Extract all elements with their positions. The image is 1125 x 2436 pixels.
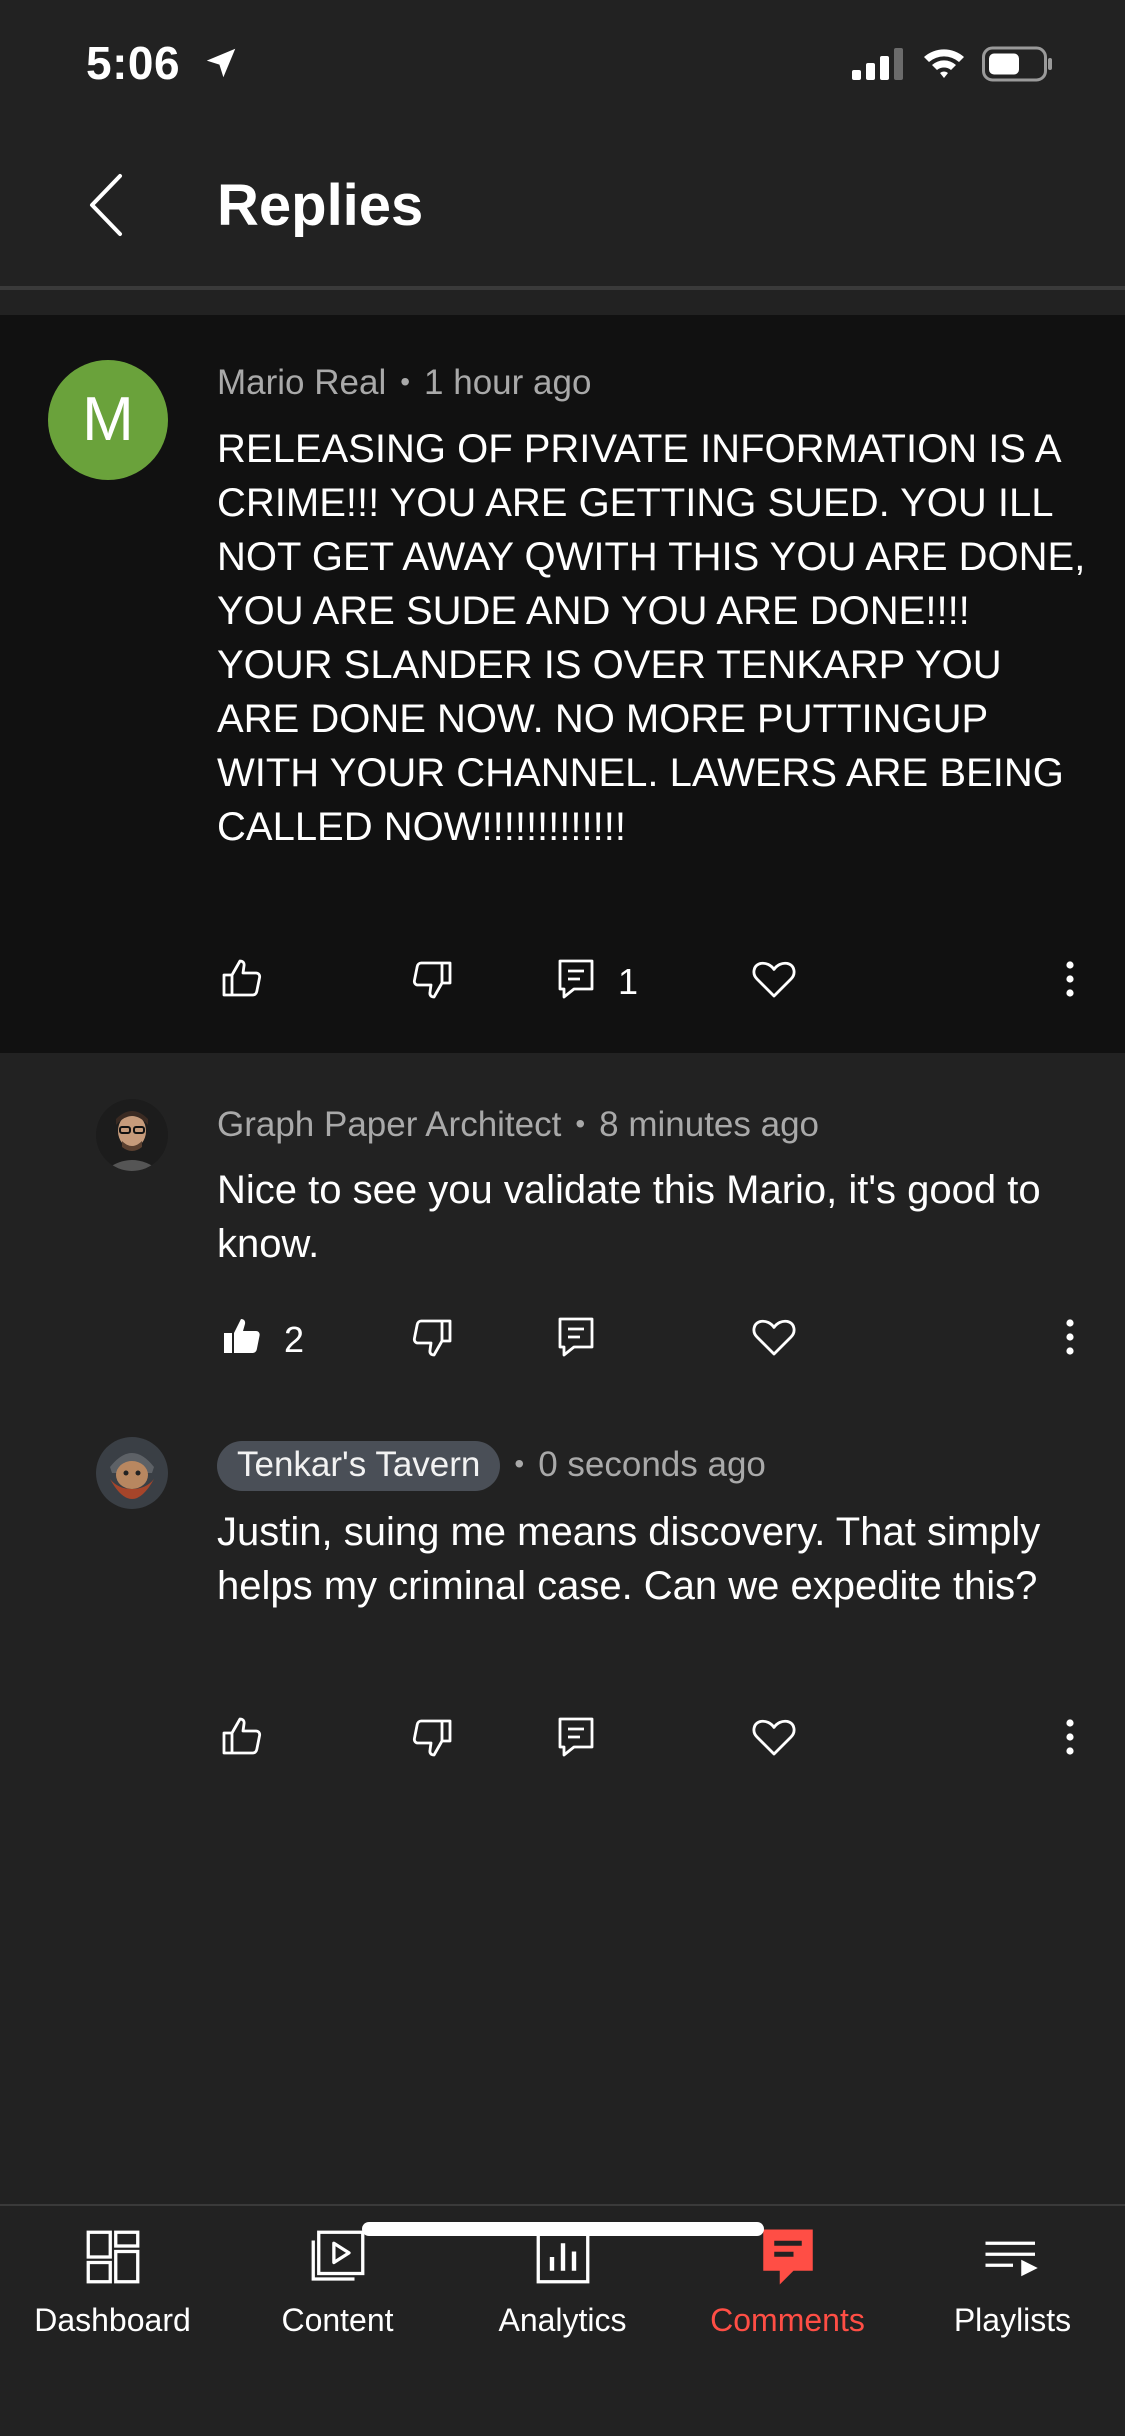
comment-meta: Mario Real • 1 hour ago bbox=[217, 363, 591, 403]
comment-meta: Tenkar's Tavern • 0 seconds ago bbox=[217, 1441, 766, 1491]
replies-screen: 5:06 Replies M Mario Real • 1 hour ago R… bbox=[0, 0, 1125, 2436]
dislike-button[interactable] bbox=[408, 1313, 456, 1369]
comment-actions: 2 bbox=[0, 1313, 1125, 1373]
comment-author[interactable]: Mario Real bbox=[217, 363, 386, 402]
channel-owner-badge[interactable]: Tenkar's Tavern bbox=[217, 1441, 501, 1491]
comment-meta: Graph Paper Architect • 8 minutes ago bbox=[217, 1105, 819, 1145]
like-count: 2 bbox=[284, 1319, 305, 1360]
heart-icon bbox=[752, 1719, 796, 1756]
more-vertical-icon bbox=[1066, 1719, 1074, 1755]
home-indicator[interactable] bbox=[362, 2222, 764, 2236]
thumbs-down-icon bbox=[412, 1719, 452, 1757]
heart-button[interactable] bbox=[750, 1713, 798, 1769]
header-divider bbox=[0, 286, 1125, 290]
like-button[interactable] bbox=[218, 1713, 266, 1769]
page-title: Replies bbox=[217, 173, 424, 238]
nav-item-comments[interactable]: Comments bbox=[675, 2224, 900, 2339]
more-options-button[interactable] bbox=[1046, 1713, 1094, 1769]
thumbs-up-icon bbox=[222, 1717, 262, 1755]
meta-separator: • bbox=[514, 1448, 525, 1479]
like-button[interactable]: 2 bbox=[218, 1313, 304, 1369]
reply-count: 1 bbox=[618, 961, 639, 1002]
thumbs-up-icon bbox=[222, 959, 262, 997]
nav-item-content[interactable]: Content bbox=[225, 2224, 450, 2339]
content-icon bbox=[311, 2230, 364, 2281]
top-app-bar: Replies bbox=[0, 120, 1125, 288]
bottom-navigation: Dashboard Content Analytics Comments Pla… bbox=[0, 2204, 1125, 2436]
comment-text: RELEASING OF PRIVATE INFORMATION IS A CR… bbox=[217, 427, 1086, 849]
dislike-button[interactable] bbox=[408, 955, 456, 1011]
meta-separator: • bbox=[575, 1108, 586, 1139]
nav-label: Analytics bbox=[498, 2302, 627, 2338]
reply-item: Graph Paper Architect • 8 minutes ago Nice… bbox=[0, 1053, 1125, 1413]
nav-item-playlists[interactable]: Playlists bbox=[900, 2224, 1125, 2339]
comment-text: Justin, suing me means discovery. That s… bbox=[217, 1510, 1041, 1608]
avatar-photo-icon bbox=[96, 1099, 168, 1171]
avatar-dwarf-icon bbox=[96, 1437, 168, 1509]
reply-comment-icon bbox=[558, 1317, 594, 1357]
location-arrow-icon bbox=[206, 48, 236, 78]
comment-time: 1 hour ago bbox=[424, 363, 592, 402]
parent-comment: M Mario Real • 1 hour ago RELEASING OF PRI… bbox=[0, 315, 1125, 1053]
more-vertical-icon bbox=[1066, 1319, 1074, 1355]
reply-comment-icon bbox=[558, 959, 594, 999]
like-button[interactable] bbox=[218, 955, 266, 1011]
nav-label: Playlists bbox=[953, 2302, 1072, 2338]
more-options-button[interactable] bbox=[1046, 955, 1094, 1011]
reply-button[interactable] bbox=[552, 1713, 600, 1769]
nav-item-analytics[interactable]: Analytics bbox=[450, 2224, 675, 2339]
reply-comment-icon bbox=[558, 1717, 594, 1757]
thumbs-down-icon bbox=[412, 1319, 452, 1357]
comment-time: 0 seconds ago bbox=[538, 1445, 766, 1484]
comment-text: Nice to see you validate this Mario, it'… bbox=[217, 1168, 1041, 1266]
dashboard-icon bbox=[86, 2230, 139, 2284]
comments-icon bbox=[762, 2229, 813, 2285]
avatar[interactable]: M bbox=[48, 360, 168, 480]
wifi-icon bbox=[924, 49, 964, 78]
heart-button[interactable] bbox=[750, 955, 798, 1011]
heart-button[interactable] bbox=[750, 1313, 798, 1369]
status-time: 5:06 bbox=[86, 37, 181, 89]
more-options-button[interactable] bbox=[1046, 1313, 1094, 1369]
meta-separator: • bbox=[400, 366, 411, 397]
comment-actions bbox=[0, 1713, 1125, 1773]
heart-icon bbox=[752, 1319, 796, 1356]
reply-button[interactable] bbox=[552, 1313, 600, 1369]
heart-icon bbox=[752, 961, 796, 998]
reply-button[interactable]: 1 bbox=[552, 955, 638, 1011]
status-bar: 5:06 bbox=[0, 0, 1125, 120]
reply-item: Tenkar's Tavern • 0 seconds ago Justin, su… bbox=[0, 1413, 1125, 1813]
thumbs-down-icon bbox=[412, 961, 452, 999]
back-arrow-icon[interactable] bbox=[84, 170, 128, 240]
dislike-button[interactable] bbox=[408, 1713, 456, 1769]
nav-label: Comments bbox=[710, 2302, 865, 2338]
nav-item-dashboard[interactable]: Dashboard bbox=[0, 2224, 225, 2339]
comment-actions: 1 bbox=[0, 955, 1125, 1015]
avatar[interactable] bbox=[96, 1099, 168, 1171]
nav-label: Content bbox=[281, 2302, 394, 2338]
playlists-icon bbox=[985, 2241, 1038, 2277]
thumbs-up-filled-icon bbox=[224, 1319, 260, 1353]
avatar[interactable] bbox=[96, 1437, 168, 1509]
cellular-signal-icon bbox=[852, 48, 903, 80]
battery-icon bbox=[982, 46, 1052, 82]
comment-time: 8 minutes ago bbox=[599, 1105, 820, 1144]
more-vertical-icon bbox=[1066, 961, 1074, 997]
nav-label: Dashboard bbox=[34, 2302, 191, 2338]
comment-author[interactable]: Graph Paper Architect bbox=[217, 1105, 561, 1144]
